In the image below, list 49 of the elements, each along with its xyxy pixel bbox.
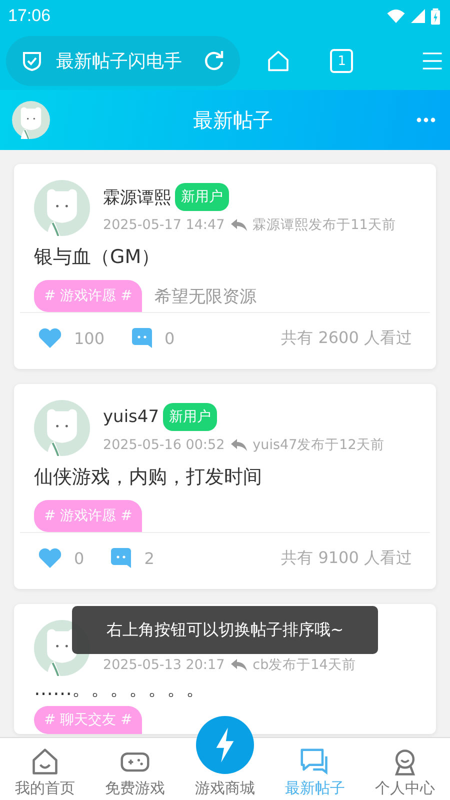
post-extra: 希望无限资源 (154, 286, 256, 308)
nav-tab[interactable]: 个人中心 (360, 738, 450, 800)
home-icon (30, 747, 60, 777)
author-name[interactable]: 霖源谭熙 (103, 186, 171, 208)
nav-tab[interactable]: 免费游戏 (90, 738, 180, 800)
nav-tab[interactable]: 我的首页 (0, 738, 90, 800)
comment-count: 0 (164, 328, 175, 348)
post-card[interactable]: yuis47 新用户 2025-05-16 00:52 yuis47发布于12天前 仙侠游戏，内购，打发时间 # 游戏许愿 # 0 2 共有 9100 人看过 (14, 384, 436, 589)
chat-bubbles-icon (300, 747, 330, 777)
address-bar[interactable]: 最新帖子闪电手 (6, 36, 240, 86)
comment-icon[interactable] (110, 547, 132, 569)
reply-arrow-icon (230, 219, 247, 231)
view-count: 共有 2600 人看过 (281, 328, 412, 348)
avatar-icon (34, 180, 90, 236)
post-time: 2025-05-16 00:52 (103, 437, 225, 453)
address-text: 最新帖子闪电手 (56, 50, 183, 73)
comment-count: 2 (144, 548, 154, 568)
post-text: 银与血（GM） (33, 245, 162, 270)
post-note: yuis47发布于12天前 (252, 436, 384, 454)
post-note: cb发布于14天前 (252, 656, 356, 674)
view-count: 共有 9100 人看过 (281, 548, 412, 568)
author-name[interactable]: yuis47 (103, 407, 160, 427)
post-text: ……。。。。。。。 (33, 677, 206, 702)
sort-hint-toast: 右上角按钮可以切换帖子排序哦~ (72, 606, 378, 654)
home-icon[interactable] (266, 48, 290, 74)
wifi-icon (387, 9, 405, 23)
like-count: 0 (74, 548, 84, 568)
post-text: 仙侠游戏，内购，打发时间 (33, 465, 263, 490)
heart-icon[interactable] (38, 547, 62, 569)
avatar-icon[interactable] (12, 101, 50, 139)
shield-check-icon (20, 49, 44, 73)
more-icon[interactable] (416, 117, 436, 123)
battery-icon (431, 8, 440, 24)
signal-icon (411, 9, 425, 23)
heart-icon[interactable] (38, 327, 62, 349)
reply-arrow-icon (230, 659, 247, 671)
post-time: 2025-05-13 20:17 (103, 657, 225, 673)
avatar-icon (34, 400, 90, 456)
post-note: 霖源谭熙发布于11天前 (252, 216, 396, 234)
post-card[interactable]: 霖源谭熙 新用户 2025-05-17 14:47 霖源谭熙发布于11天前 银与血（GM） # 游戏许愿 # 希望无限资源 100 0 共有 2600 人看过 (14, 164, 436, 369)
like-count: 100 (74, 328, 105, 348)
page-title: 最新帖子 (192, 106, 274, 134)
post-time: 2025-05-17 14:47 (103, 217, 225, 233)
user-badge: 新用户 (163, 403, 218, 431)
status-time: 17:06 (8, 6, 51, 26)
nav-tab[interactable]: 最新帖子 (270, 738, 360, 800)
reply-arrow-icon (230, 439, 247, 451)
user-badge: 新用户 (175, 183, 229, 211)
comment-icon[interactable] (130, 327, 153, 349)
